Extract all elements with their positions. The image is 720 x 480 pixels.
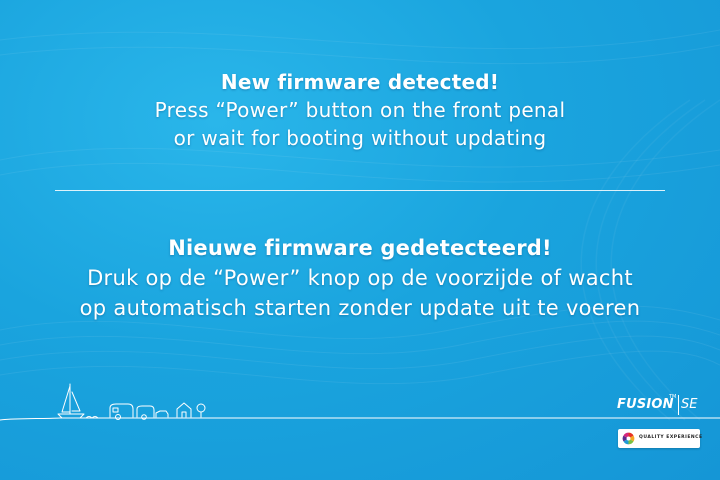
quality-color-wheel-icon	[622, 432, 635, 445]
english-line-2: or wait for booting without updating	[173, 126, 547, 150]
sailboat-caravans-house-scenery-icon	[0, 383, 720, 421]
dutch-title: Nieuwe firmware gedetecteerd!	[168, 236, 552, 260]
brand-model: SE	[681, 397, 698, 412]
quality-label: QUALITY EXPERIENCE	[639, 435, 703, 440]
dutch-message: Nieuwe firmware gedetecteerd! Druk op de…	[0, 233, 720, 323]
dutch-line-2: op automatisch starten zonder update uit…	[79, 296, 641, 320]
english-message: New firmware detected! Press “Power” but…	[0, 68, 720, 152]
dutch-line-1: Druk op de “Power” knop op de voorzijde …	[87, 266, 633, 290]
brand-name: FUSION	[617, 397, 674, 412]
english-line-1: Press “Power” button on the front penal	[154, 98, 566, 122]
firmware-update-screen: New firmware detected! Press “Power” but…	[0, 0, 720, 480]
brand-separator	[678, 395, 679, 415]
divider-line	[55, 190, 665, 191]
brand-trademark: TM	[669, 394, 677, 400]
fusion-se-logo: FUSION TM SE	[617, 394, 707, 417]
quality-experience-badge: QUALITY EXPERIENCE	[618, 429, 703, 448]
english-title: New firmware detected!	[220, 70, 500, 94]
